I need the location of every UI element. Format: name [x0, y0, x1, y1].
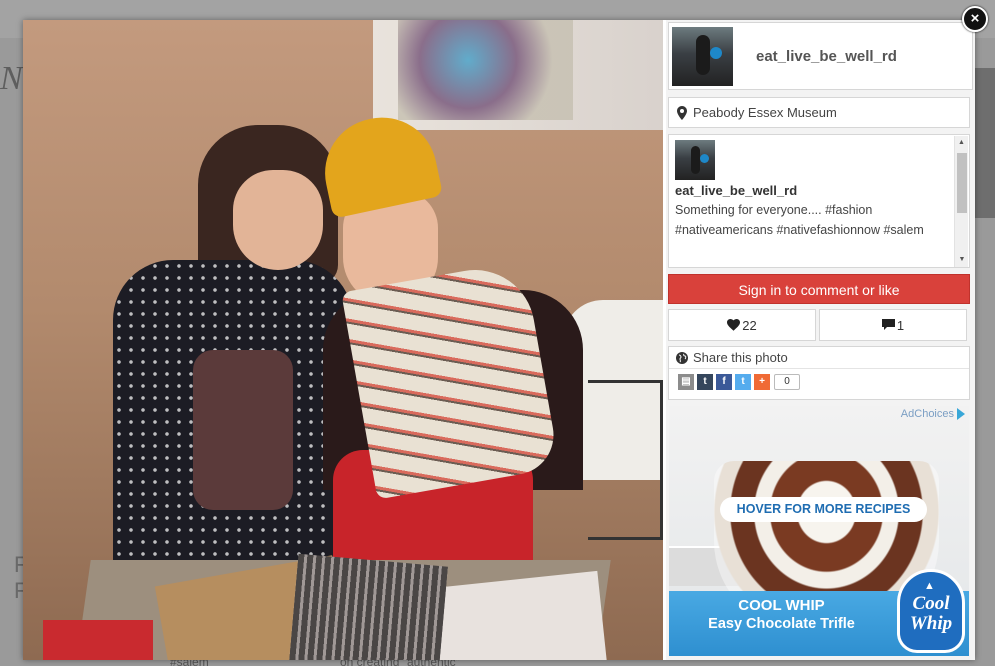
chevron-up-icon: ▲	[924, 580, 935, 592]
like-button[interactable]: 22	[668, 309, 816, 341]
comment-count-button[interactable]: 1	[819, 309, 967, 341]
ad-title: COOL WHIP	[738, 597, 825, 614]
username[interactable]: eat_live_be_well_rd	[756, 48, 897, 65]
location-pin-icon	[677, 105, 687, 120]
user-header: eat_live_be_well_rd	[668, 22, 973, 90]
signin-button[interactable]: Sign in to comment or like	[668, 274, 970, 304]
share-title-text: Share this photo	[693, 350, 788, 365]
comment-bubble-icon	[881, 319, 895, 330]
adchoices-link[interactable]: AdChoices	[901, 408, 965, 420]
avatar[interactable]	[672, 26, 733, 86]
advertisement[interactable]: AdChoices HOVER FOR MORE RECIPES COOL WH…	[669, 406, 969, 656]
share-panel: Share this photo ▤ t f t + 0	[668, 346, 970, 400]
ad-hover-button[interactable]: HOVER FOR MORE RECIPES	[720, 497, 927, 522]
comment-avatar[interactable]	[675, 140, 715, 180]
share-title: Share this photo	[669, 347, 969, 369]
facebook-icon[interactable]: f	[716, 374, 732, 390]
ad-brand-logo: ▲ Cool Whip	[897, 569, 965, 653]
comment-text: Something for everyone.... #fashion #nat…	[675, 203, 924, 237]
adchoices-icon	[957, 408, 965, 420]
likes-count: 22	[742, 317, 757, 333]
photo-lightbox: eat_live_be_well_rd Peabody Essex Museum…	[23, 20, 975, 660]
ad-logo-line2: Whip	[909, 613, 953, 634]
location-name: Peabody Essex Museum	[693, 105, 837, 120]
comments-scrollbar[interactable]: ▲ ▼	[954, 136, 968, 267]
comment-username[interactable]: eat_live_be_well_rd	[675, 183, 953, 198]
share-icons: ▤ t f t + 0	[669, 369, 969, 390]
scrollbar-thumb[interactable]	[957, 153, 967, 213]
comments-panel: eat_live_be_well_rd Something for everyo…	[668, 134, 970, 268]
photo-sidebar: eat_live_be_well_rd Peabody Essex Museum…	[666, 20, 975, 660]
heart-icon	[727, 319, 741, 331]
location[interactable]: Peabody Essex Museum	[668, 97, 970, 128]
close-button[interactable]: ×	[962, 6, 988, 32]
share-count: 0	[774, 374, 800, 390]
twitter-icon[interactable]: t	[735, 374, 751, 390]
globe-icon	[676, 351, 688, 364]
main-photo	[23, 20, 663, 660]
ad-logo-line1: Cool	[912, 593, 950, 614]
adchoices-label: AdChoices	[900, 408, 954, 420]
plus-icon[interactable]: +	[754, 374, 770, 390]
print-icon[interactable]: ▤	[678, 374, 694, 390]
scroll-up-icon[interactable]: ▲	[955, 136, 968, 150]
comments-count: 1	[896, 317, 905, 333]
scroll-down-icon[interactable]: ▼	[955, 253, 969, 267]
ad-subtitle: Easy Chocolate Trifle	[708, 616, 855, 632]
tumblr-icon[interactable]: t	[697, 374, 713, 390]
